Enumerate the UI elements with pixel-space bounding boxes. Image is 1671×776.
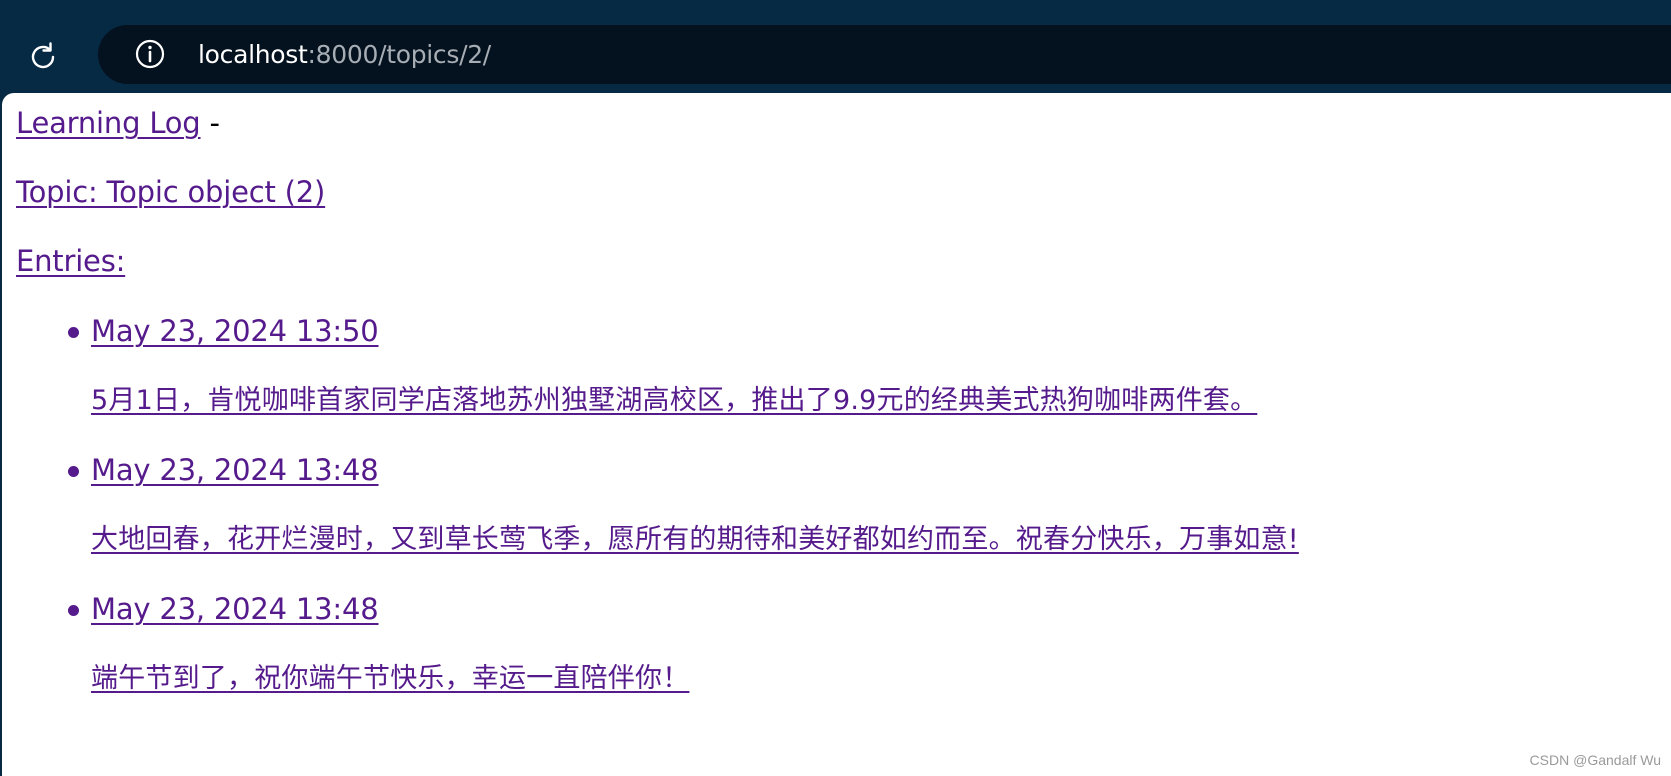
entry-date-row: May 23, 2024 13:48 (91, 589, 379, 629)
entry-text-link[interactable]: 大地回春，花开烂漫时，又到草长莺飞季，愿所有的期待和美好都如约而至。祝春分快乐，… (91, 524, 1299, 555)
entry-date-link[interactable]: May 23, 2024 13:48 (91, 453, 379, 487)
topic-heading-row: Topic: Topic object (2) (16, 172, 325, 212)
entries-heading-link[interactable]: Entries: (16, 244, 125, 278)
learning-log-link[interactable]: Learning Log (16, 106, 201, 140)
entry-date-row: May 23, 2024 13:48 (91, 450, 379, 490)
site-header: Learning Log - (16, 103, 220, 143)
url-text[interactable]: localhost:8000/topics/2/ (198, 25, 491, 84)
entries-heading-row: Entries: (16, 241, 125, 281)
header-separator: - (209, 106, 220, 140)
page-content: Learning Log - Topic: Topic object (2) E… (2, 93, 1671, 776)
url-path: :8000/topics/2/ (307, 40, 492, 69)
reload-icon (31, 42, 55, 69)
entry-text-link[interactable]: 端午节到了，祝你端午节快乐，幸运一直陪伴你！ (91, 663, 689, 694)
info-icon[interactable] (134, 38, 166, 70)
watermark: CSDN @Gandalf Wu (1529, 752, 1661, 768)
topic-heading-link[interactable]: Topic: Topic object (2) (16, 175, 325, 209)
reload-button[interactable] (22, 36, 64, 78)
browser-toolbar: localhost:8000/topics/2/ (0, 0, 1671, 93)
entry-text-row: 5月1日，肯悦咖啡首家同学店落地苏州独墅湖高校区，推出了9.9元的经典美式热狗咖… (91, 381, 1257, 421)
entry-text-row: 大地回春，花开烂漫时，又到草长莺飞季，愿所有的期待和美好都如约而至。祝春分快乐，… (91, 520, 1299, 560)
list-bullet (68, 327, 79, 338)
entry-date-link[interactable]: May 23, 2024 13:50 (91, 314, 379, 348)
list-bullet (68, 466, 79, 477)
entry-text-row: 端午节到了，祝你端午节快乐，幸运一直陪伴你！ (91, 659, 689, 699)
url-host: localhost (198, 40, 308, 69)
entry-date-row: May 23, 2024 13:50 (91, 311, 379, 351)
entry-date-link[interactable]: May 23, 2024 13:48 (91, 592, 379, 626)
address-bar[interactable]: localhost:8000/topics/2/ (98, 25, 1671, 84)
entry-text-link[interactable]: 5月1日，肯悦咖啡首家同学店落地苏州独墅湖高校区，推出了9.9元的经典美式热狗咖… (91, 385, 1257, 416)
list-bullet (68, 605, 79, 616)
